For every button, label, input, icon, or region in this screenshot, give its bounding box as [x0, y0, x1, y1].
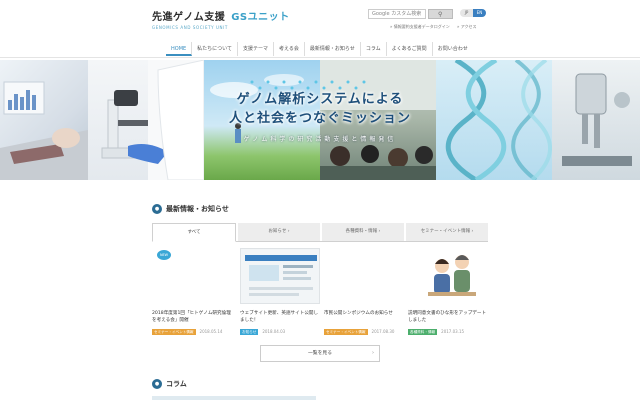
news-section-icon: ●	[152, 204, 162, 214]
news-card-list: NEW 2018年度第1回「ヒトゲノム研究倫理を考える会」開催 セミナー・イベン…	[152, 248, 488, 340]
login-link[interactable]: » 情報要約支援者データログイン	[390, 24, 450, 29]
hero-line-1: ゲノム解析システムによる	[236, 92, 404, 107]
nav-column[interactable]: コラム	[361, 42, 387, 56]
search-input[interactable]: Google カスタム検索	[368, 9, 426, 19]
hero-headline: ゲノム解析システムによる 人と社会をつなぐミッション ゲノム科学の研究活動支援と…	[0, 90, 640, 143]
search-button[interactable]: ⚲	[428, 9, 453, 19]
news-card-date: 2018.05.14	[199, 329, 223, 334]
lang-en-button[interactable]: EN	[473, 9, 486, 17]
news-card[interactable]: NEW 2018年度第1回「ヒトゲノム研究倫理を考える会」開催 セミナー・イベン…	[152, 248, 232, 340]
news-card-thumb	[408, 248, 488, 304]
nav-meeting[interactable]: 考える会	[274, 42, 305, 56]
global-nav: HOME 私たちについて 支援テーマ 考える会 最新情報・お知らせ コラム よく…	[0, 40, 640, 58]
news-card-category[interactable]: 各種資料・情報	[408, 328, 438, 335]
news-card-date: 2017.03.15	[441, 329, 465, 334]
news-more-button[interactable]: 一覧を見る ›	[260, 345, 380, 362]
hero-subline: ゲノム科学の研究活動支援と情報発信	[243, 136, 397, 143]
column-card-top[interactable]	[152, 396, 316, 400]
news-card-category[interactable]: セミナー・イベント情報	[152, 328, 196, 335]
header-sub-links: » 情報要約支援者データログイン » アクセス	[390, 24, 483, 30]
tab-seminars[interactable]: セミナー・イベント情報 ›	[406, 223, 488, 241]
news-more-label: 一覧を見る	[308, 351, 332, 356]
news-card-title[interactable]: 2018年度第1回「ヒトゲノム研究倫理を考える会」開催	[152, 310, 232, 324]
news-card-category[interactable]: セミナー・イベント情報	[324, 328, 368, 335]
news-card[interactable]: 市民公開シンポジウムのお知らせ セミナー・イベント情報 2017.08.30	[324, 248, 404, 340]
logo-accent-text: GSユニット	[231, 12, 290, 23]
news-card-thumb	[324, 248, 404, 304]
hero-banner: ゲノム解析システムによる 人と社会をつなぐミッション ゲノム科学の研究活動支援と…	[0, 60, 640, 180]
news-section-title: 最新情報・お知らせ	[166, 205, 229, 213]
news-card[interactable]: 説明同意文書のひな形をアップデートしました 各種資料・情報 2017.03.15	[408, 248, 488, 340]
nav-news[interactable]: 最新情報・お知らせ	[305, 42, 361, 56]
nav-about[interactable]: 私たちについて	[192, 42, 239, 56]
news-card-thumb: NEW	[152, 248, 232, 304]
news-card-date: 2017.08.30	[371, 329, 395, 334]
logo-main-text: 先進ゲノム支援	[152, 12, 226, 23]
news-card-title[interactable]: ウェブサイト更新、英語サイト公開しました！	[240, 310, 320, 324]
new-badge: NEW	[157, 250, 171, 260]
news-card-date: 2018.04.03	[262, 329, 286, 334]
nav-themes[interactable]: 支援テーマ	[238, 42, 275, 56]
nav-home[interactable]: HOME	[166, 42, 193, 56]
nav-faq[interactable]: よくあるご質問	[387, 42, 433, 56]
logo-subtitle: GENOMICS AND SOCIETY UNIT	[152, 25, 228, 30]
tab-resources[interactable]: 各種資料・情報 ›	[322, 223, 404, 241]
hero-line-2: 人と社会をつなぐミッション	[228, 111, 411, 126]
nav-contact[interactable]: お問い合わせ	[433, 42, 473, 56]
people-illustration	[428, 255, 476, 296]
news-section-header: ● 最新情報・お知らせ	[152, 203, 229, 215]
news-tabs: すべて お知らせ › 各種資料・情報 › セミナー・イベント情報 ›	[152, 223, 488, 242]
tab-all[interactable]: すべて	[152, 223, 236, 242]
news-card-title[interactable]: 説明同意文書のひな形をアップデートしました	[408, 310, 488, 324]
site-header: 先進ゲノム支援 GSユニット GENOMICS AND SOCIETY UNIT …	[0, 0, 640, 40]
site-logo[interactable]: 先進ゲノム支援 GSユニット GENOMICS AND SOCIETY UNIT	[152, 8, 290, 30]
lang-ja-button[interactable]: JP	[460, 9, 473, 17]
tab-notices[interactable]: お知らせ ›	[238, 223, 320, 241]
news-card-category[interactable]: お知らせ	[240, 328, 259, 335]
news-card-thumb	[240, 248, 320, 304]
column-section-header: ● コラム	[152, 378, 187, 390]
chevron-right-icon: ›	[372, 350, 374, 356]
column-section-title: コラム	[166, 380, 187, 388]
search-icon: ⚲	[438, 11, 443, 18]
news-card[interactable]: ウェブサイト更新、英語サイト公開しました！ お知らせ 2018.04.03	[240, 248, 320, 340]
news-card-title[interactable]: 市民公開シンポジウムのお知らせ	[324, 310, 404, 317]
access-link[interactable]: » アクセス	[457, 24, 477, 29]
column-section-icon: ●	[152, 379, 162, 389]
language-switch[interactable]: JP EN	[460, 9, 486, 17]
